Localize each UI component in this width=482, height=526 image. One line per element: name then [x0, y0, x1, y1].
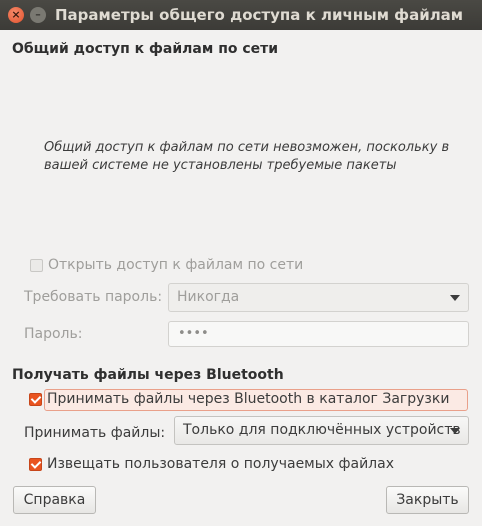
minimize-icon: – — [35, 8, 41, 21]
close-window-button[interactable]: × — [8, 7, 24, 23]
network-sharing-heading: Общий доступ к файлам по сети — [12, 41, 279, 57]
help-button[interactable]: Справка — [13, 486, 96, 514]
share-network-label: Открыть доступ к файлам по сети — [48, 257, 304, 273]
password-field[interactable]: •••• — [168, 321, 469, 347]
notify-user-checkbox[interactable] — [29, 458, 42, 471]
require-password-label: Требовать пароль: — [24, 289, 163, 305]
chevron-down-icon — [450, 295, 460, 301]
bluetooth-heading: Получать файлы через Bluetooth — [12, 367, 284, 383]
notify-user-label[interactable]: Извещать пользователя о получаемых файла… — [47, 456, 394, 472]
password-label: Пароль: — [24, 326, 83, 342]
require-password-value: Никогда — [177, 289, 240, 305]
minimize-window-button[interactable]: – — [30, 7, 46, 23]
accept-files-label: Принимать файлы: — [24, 425, 166, 441]
notice-line-1: Общий доступ к файлам по сети невозможен… — [44, 140, 450, 155]
accept-files-value: Только для подключённых устройств — [183, 422, 461, 438]
receive-bluetooth-checkbox[interactable] — [29, 393, 42, 406]
close-button[interactable]: Закрыть — [386, 486, 469, 514]
sharing-unavailable-notice: Общий доступ к файлам по сети невозможен… — [44, 139, 464, 175]
notice-line-2: вашей системе не установлены требуемые п… — [44, 158, 397, 173]
share-network-checkbox[interactable] — [30, 259, 43, 272]
require-password-dropdown[interactable]: Никогда — [168, 283, 469, 312]
window-title: Параметры общего доступа к личным файлам — [55, 6, 464, 24]
title-bar: × – Параметры общего доступа к личным фа… — [0, 0, 482, 30]
close-icon: × — [11, 8, 21, 21]
accept-files-dropdown[interactable]: Только для подключённых устройств — [174, 416, 469, 445]
receive-bluetooth-label[interactable]: Принимать файлы через Bluetooth в катало… — [47, 391, 449, 407]
chevron-down-icon — [450, 428, 460, 434]
